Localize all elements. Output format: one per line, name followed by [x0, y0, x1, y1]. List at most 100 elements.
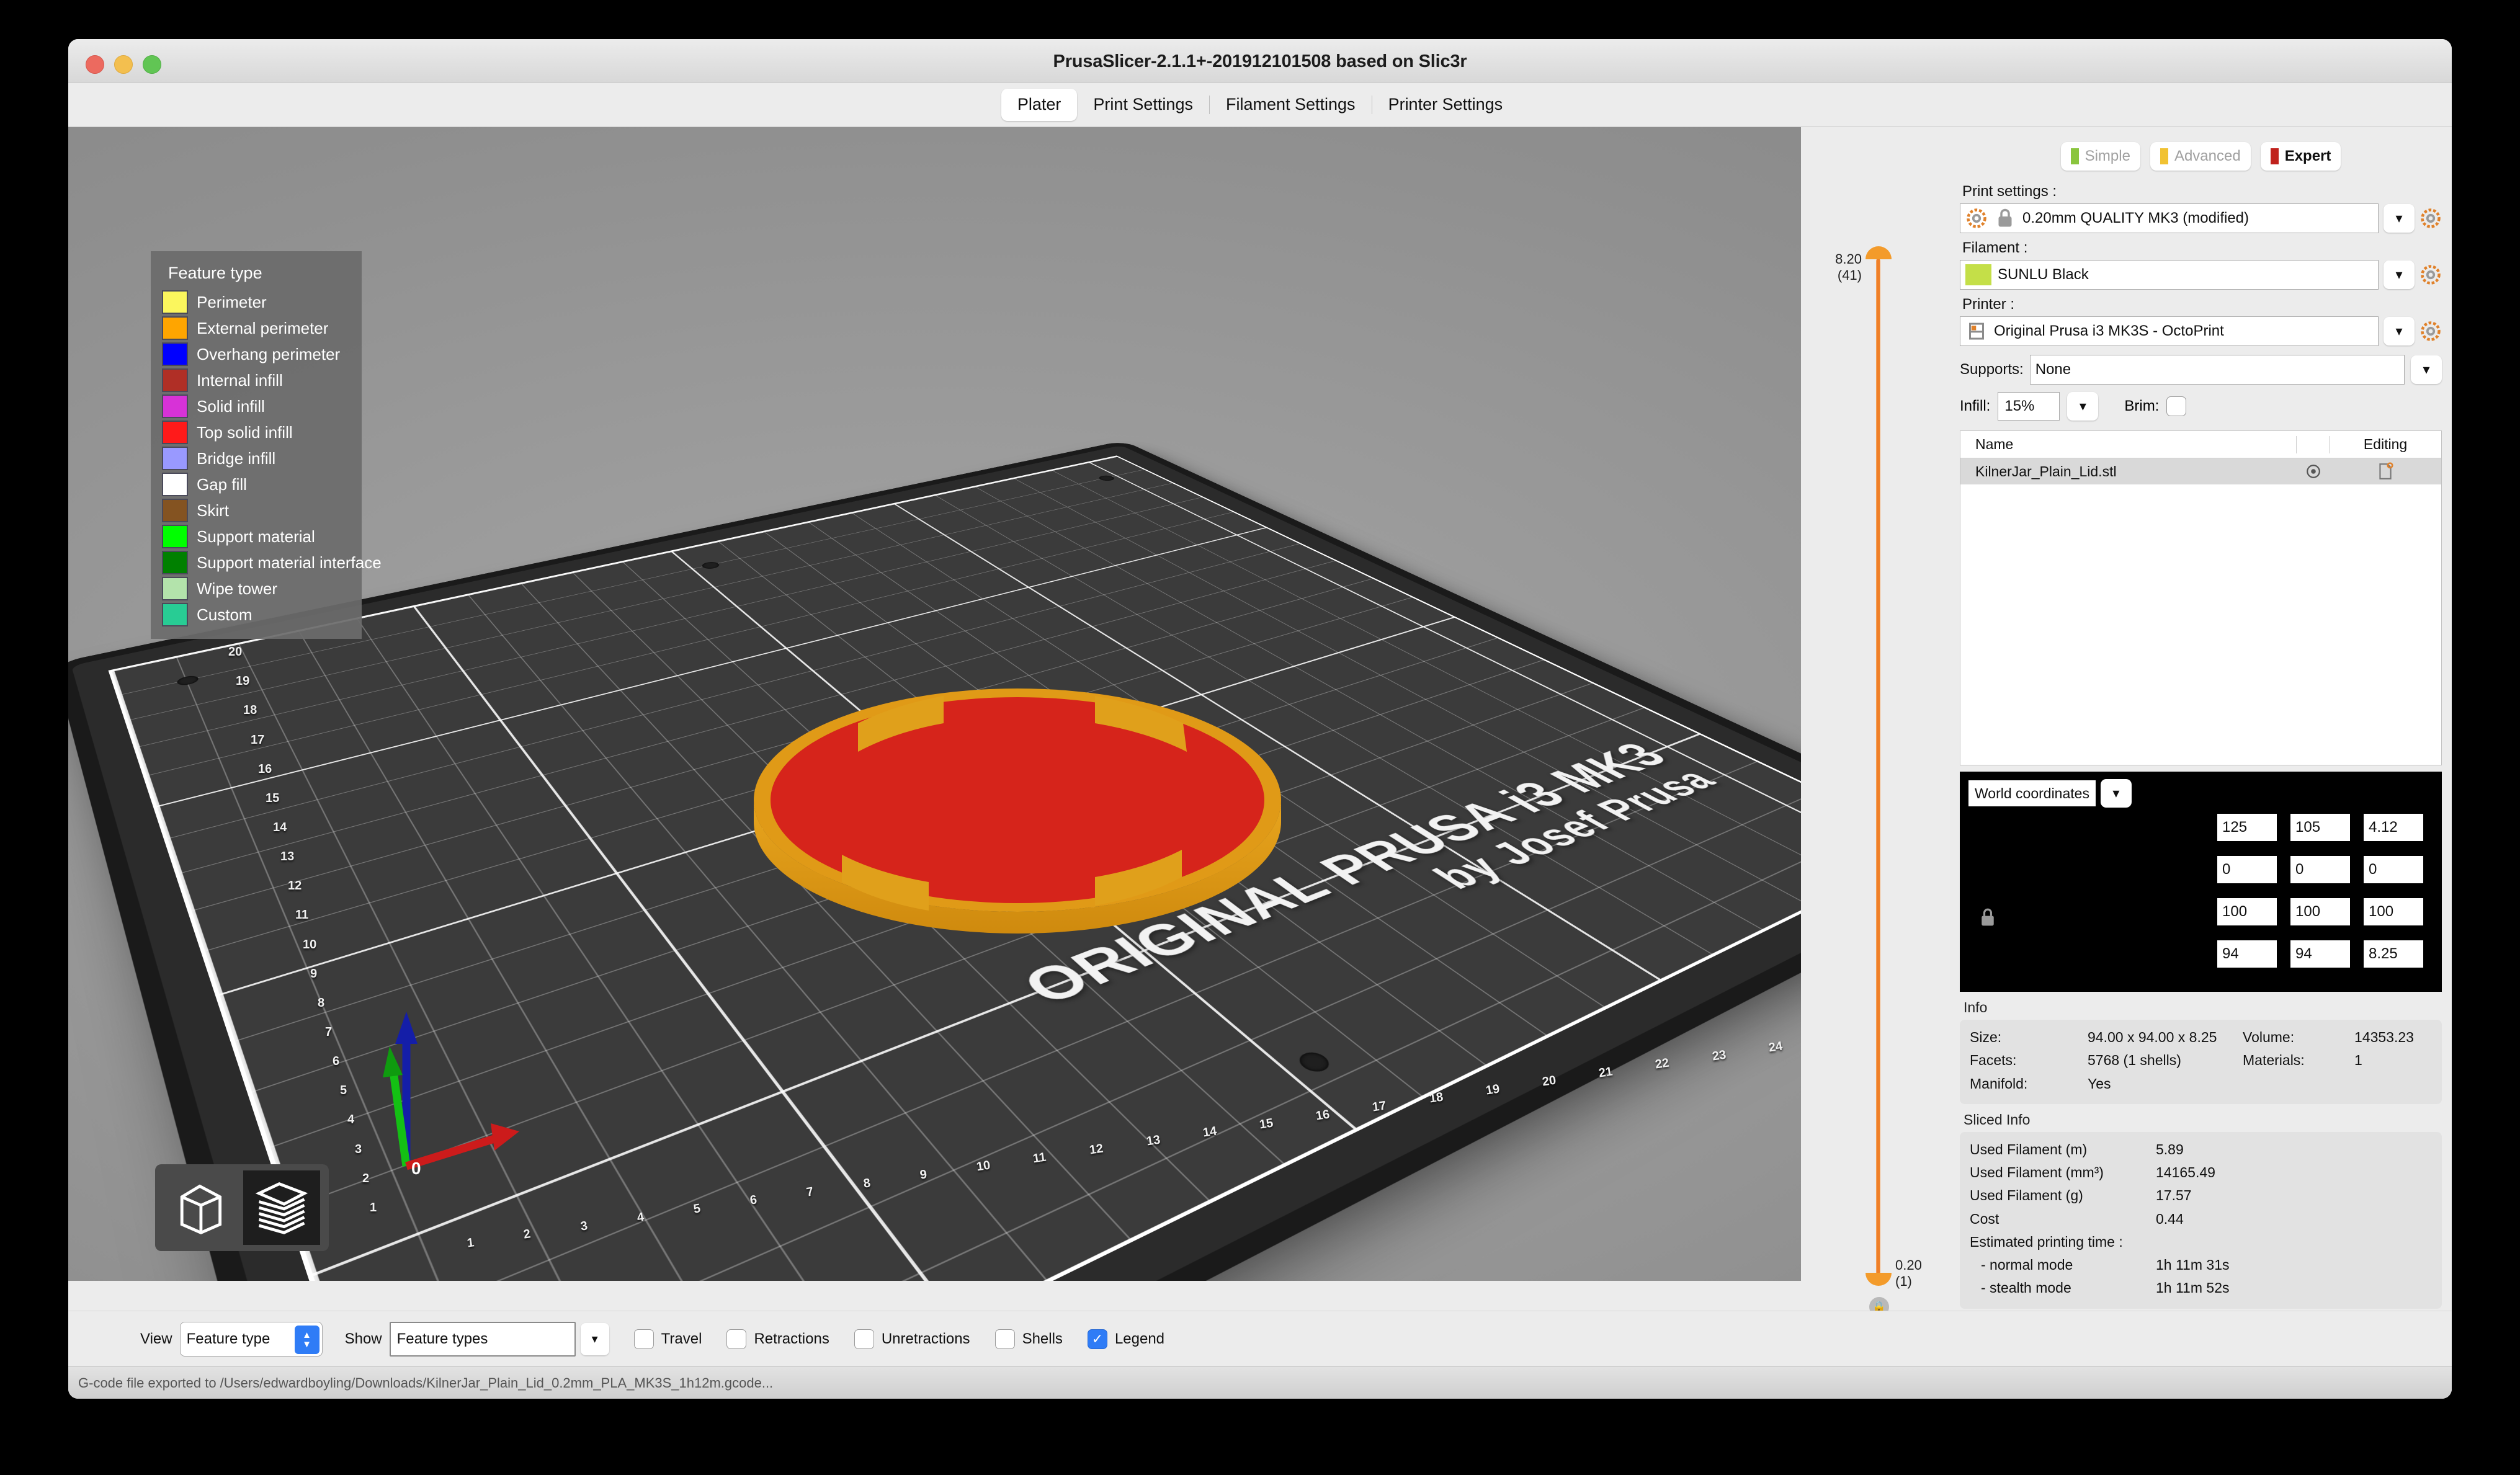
table-row[interactable]: KilnerJar_Plain_Lid.stl	[1960, 458, 2441, 484]
bed-ruler-y-tick: 19	[236, 674, 249, 688]
rotation-x[interactable]: 0	[2217, 856, 2277, 883]
chevron-down-icon[interactable]: ▾	[2384, 317, 2415, 345]
scale-x[interactable]: 100	[2217, 898, 2277, 925]
stepper-icon[interactable]: ▲▼	[295, 1326, 319, 1354]
normal-mode-row: - normal mode 1h 11m 31s	[1970, 1254, 2432, 1277]
chevron-down-icon[interactable]: ▾	[581, 1323, 609, 1355]
bed-ruler-y-tick: 13	[280, 850, 294, 864]
legend-color-swatch	[162, 316, 188, 340]
supports-combo[interactable]: None	[2030, 355, 2405, 385]
brim-checkbox[interactable]	[2166, 396, 2186, 416]
travel-checkbox[interactable]	[634, 1329, 654, 1349]
bed-hole	[1294, 1049, 1334, 1076]
bed-ruler-y-tick: 11	[295, 908, 308, 922]
printer-value: Original Prusa i3 MK3S - OctoPrint	[1994, 323, 2224, 340]
unretractions-checkbox[interactable]	[854, 1329, 874, 1349]
printer-combo[interactable]: Original Prusa i3 MK3S - OctoPrint	[1960, 316, 2379, 346]
mode-advanced-button[interactable]: Advanced	[2150, 142, 2251, 171]
used-filament-mm3-value: 14165.49	[2156, 1161, 2215, 1184]
chevron-down-icon[interactable]: ▾	[2411, 355, 2442, 384]
legend-item-label: Wipe tower	[197, 579, 277, 599]
position-x[interactable]: 125	[2217, 814, 2277, 841]
layer-slider-upper-handle[interactable]	[1865, 246, 1892, 259]
retractions-checkbox[interactable]	[726, 1329, 746, 1349]
bed-ruler-x-tick: 10	[975, 1159, 991, 1175]
shells-checkbox-group[interactable]: Shells	[995, 1329, 1063, 1349]
legend-item: Perimeter	[162, 289, 352, 315]
show-select[interactable]: Feature types	[390, 1322, 576, 1357]
bed-ruler-y-tick: 14	[273, 821, 287, 835]
legend-checkbox[interactable]: ✓	[1088, 1329, 1107, 1349]
x-axis-arrow	[406, 1123, 519, 1166]
legend-checkbox-group[interactable]: ✓ Legend	[1088, 1329, 1164, 1349]
legend-item-label: Overhang perimeter	[197, 345, 340, 364]
travel-checkbox-group[interactable]: Travel	[634, 1329, 702, 1349]
mode-expert-button[interactable]: Expert	[2261, 142, 2341, 171]
legend-item-label: External perimeter	[197, 319, 328, 338]
bed-ruler-x-tick: 17	[1372, 1099, 1387, 1115]
layer-slider-lower-handle[interactable]	[1865, 1273, 1892, 1286]
sliced-row: Cost 0.44	[1970, 1208, 2432, 1231]
infill-value[interactable]: 15%	[1998, 392, 2060, 421]
chevron-down-icon[interactable]: ▾	[2067, 392, 2098, 421]
legend-color-swatch	[162, 473, 188, 496]
legend-title: Feature type	[168, 264, 352, 283]
chevron-down-icon[interactable]: ▾	[2101, 779, 2132, 808]
application-window: PrusaSlicer-2.1.1+-201912101508 based on…	[68, 39, 2452, 1399]
size-x[interactable]: 94	[2217, 940, 2277, 968]
legend-color-swatch	[162, 368, 188, 392]
lower-height-value: 0.20	[1895, 1257, 1922, 1273]
status-message: G-code file exported to /Users/edwardboy…	[78, 1375, 773, 1391]
gear-icon[interactable]	[2419, 264, 2442, 286]
chevron-down-icon[interactable]: ▾	[2384, 204, 2415, 233]
tab-filament-settings[interactable]: Filament Settings	[1210, 89, 1372, 121]
tab-print-settings[interactable]: Print Settings	[1077, 89, 1209, 121]
editor-view-button[interactable]	[161, 1170, 238, 1245]
layer-slider[interactable]: 8.20 (41) 0.20 (1) 🔒	[1801, 127, 1950, 1399]
bed-ruler-y-tick: 20	[228, 645, 242, 659]
object-list[interactable]: Name Editing KilnerJar_Plain_Lid.stl	[1960, 430, 2442, 765]
legend-item-label: Internal infill	[197, 371, 283, 390]
unretractions-checkbox-group[interactable]: Unretractions	[854, 1329, 970, 1349]
main-tab-bar: Plater Print Settings Filament Settings …	[68, 82, 2452, 127]
size-y[interactable]: 94	[2290, 940, 2350, 968]
gear-icon[interactable]	[2419, 207, 2442, 229]
view-mode-toggle[interactable]	[155, 1164, 329, 1251]
unretractions-label: Unretractions	[882, 1330, 970, 1348]
preview-options-bar: View Feature type ▲▼ Show Feature types …	[68, 1311, 2452, 1366]
print-settings-label: Print settings :	[1962, 183, 2442, 200]
rotation-y[interactable]: 0	[2290, 856, 2350, 883]
printer-icon	[1965, 320, 1988, 342]
legend-item: Skirt	[162, 497, 352, 524]
print-settings-combo[interactable]: 0.20mm QUALITY MK3 (modified)	[1960, 203, 2379, 233]
chevron-down-icon[interactable]: ▾	[2384, 261, 2415, 289]
bed-ruler-x-tick: 24	[1767, 1039, 1783, 1055]
legend-color-swatch	[162, 551, 188, 574]
gear-icon[interactable]	[2419, 320, 2442, 342]
show-select-value: Feature types	[397, 1330, 488, 1348]
preview-3d-viewport[interactable]: ORIGINAL PRUSA i3 MK3 by Josef Prusa 123…	[68, 127, 1801, 1281]
rotation-z[interactable]: 0	[2364, 856, 2423, 883]
preview-view-button[interactable]	[243, 1170, 320, 1245]
editing-icon[interactable]	[2330, 462, 2441, 481]
size-z[interactable]: 8.25	[2364, 940, 2423, 968]
tab-printer-settings[interactable]: Printer Settings	[1372, 89, 1519, 121]
infill-brim-row: Infill: 15% ▾ Brim:	[1960, 392, 2442, 421]
mode-simple-button[interactable]: Simple	[2061, 142, 2140, 171]
bed-ruler-y-tick: 17	[251, 733, 264, 747]
uniform-scale-lock-icon[interactable]	[1978, 907, 1997, 928]
scale-y[interactable]: 100	[2290, 898, 2350, 925]
coordinate-system-value[interactable]: World coordinates	[1968, 780, 2096, 806]
layer-slider-track[interactable]	[1876, 259, 1880, 1275]
shells-checkbox[interactable]	[995, 1329, 1015, 1349]
legend-label: Legend	[1115, 1330, 1164, 1348]
eye-icon[interactable]	[2297, 463, 2330, 479]
sliced-model[interactable]	[748, 645, 1287, 955]
retractions-checkbox-group[interactable]: Retractions	[726, 1329, 829, 1349]
position-y[interactable]: 105	[2290, 814, 2350, 841]
tab-plater[interactable]: Plater	[1001, 89, 1078, 121]
filament-combo[interactable]: SUNLU Black	[1960, 260, 2379, 290]
scale-z[interactable]: 100	[2364, 898, 2423, 925]
position-z[interactable]: 4.12	[2364, 814, 2423, 841]
view-select[interactable]: Feature type ▲▼	[180, 1322, 323, 1357]
